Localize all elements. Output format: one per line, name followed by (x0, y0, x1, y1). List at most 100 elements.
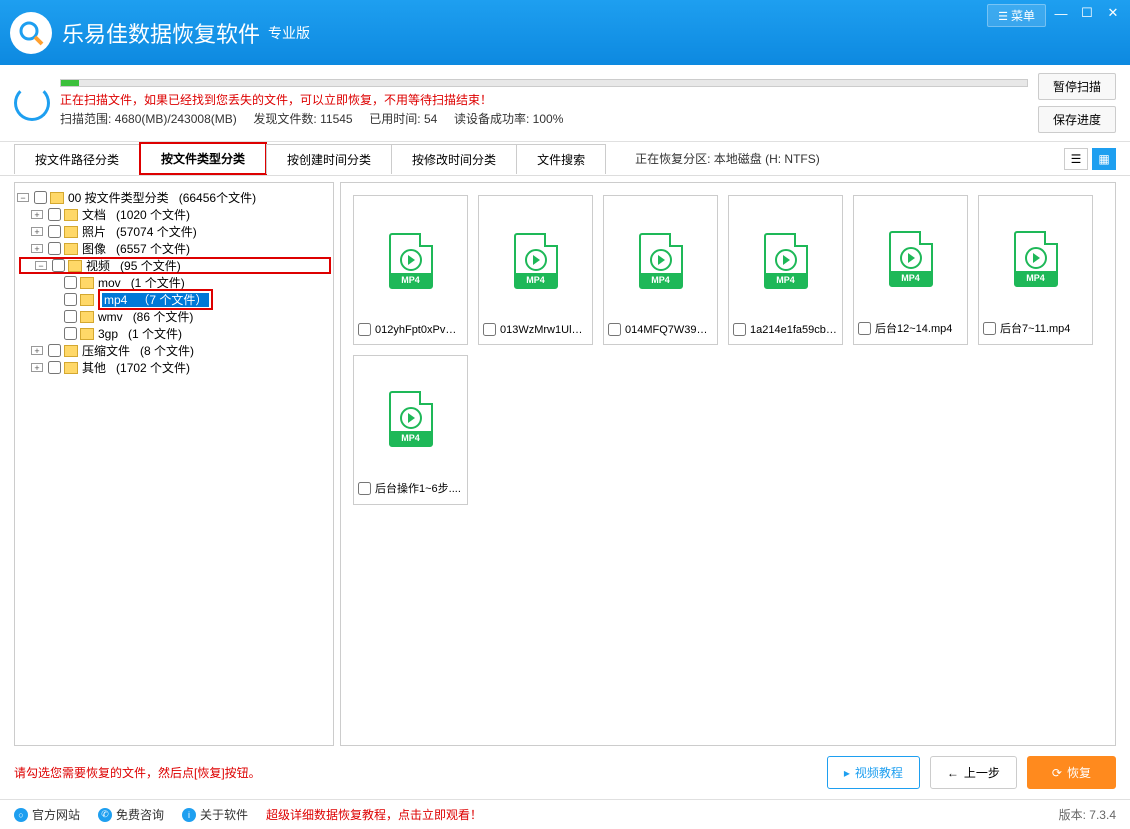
folder-icon (64, 209, 78, 221)
elapsed-value: 54 (424, 112, 437, 126)
tree-node-video[interactable]: − 视频 (95 个文件) (19, 257, 331, 274)
scan-progress-bar (60, 79, 1028, 87)
file-name: 013WzMrw1Uly1K... (500, 324, 588, 336)
link-label: 关于软件 (200, 806, 248, 823)
tab-by-path[interactable]: 按文件路径分类 (14, 144, 140, 174)
file-checkbox[interactable] (983, 322, 996, 335)
save-progress-button[interactable]: 保存进度 (1038, 106, 1116, 133)
chat-icon: ✆ (98, 808, 112, 822)
file-thumbnail: MP4 (639, 204, 683, 317)
file-thumbnail: MP4 (764, 204, 808, 317)
expand-icon[interactable]: + (31, 210, 43, 219)
pause-scan-button[interactable]: 暂停扫描 (1038, 73, 1116, 100)
tree-node-mp4[interactable]: mp4 （7 个文件） (17, 291, 331, 308)
footer: ○官方网站 ✆免费咨询 i关于软件 超级详细数据恢复教程，点击立即观看！ 版本:… (0, 799, 1130, 829)
tabs-row: 按文件路径分类 按文件类型分类 按创建时间分类 按修改时间分类 文件搜索 正在恢… (0, 142, 1130, 176)
expand-icon[interactable]: + (31, 227, 43, 236)
partition-info: 正在恢复分区: 本地磁盘 (H: NTFS) (635, 150, 820, 167)
arrow-left-icon: ← (947, 766, 959, 780)
bottom-bar: 请勾选您需要恢复的文件，然后点[恢复]按钮。 ▸视频教程 ←上一步 ⟳恢复 (0, 746, 1130, 799)
read-success-label: 读设备成功率: (454, 112, 529, 126)
tree-label: mp4 （7 个文件） (98, 289, 213, 310)
tree-node-other[interactable]: + 其他 (1702 个文件) (17, 359, 331, 376)
collapse-icon[interactable]: − (17, 193, 29, 202)
tree-checkbox[interactable] (64, 327, 77, 340)
tree-label: 视频 (95 个文件) (86, 257, 181, 274)
minimize-button[interactable]: — (1050, 4, 1072, 22)
menu-button[interactable]: ☰ 菜单 (987, 4, 1046, 27)
view-list-button[interactable]: ☰ (1064, 148, 1088, 170)
file-tree: − 00 按文件类型分类 (66456个文件) + 文档 (1020 个文件) … (14, 182, 334, 746)
partition-label: 正在恢复分区: (635, 152, 710, 166)
file-checkbox[interactable] (358, 482, 371, 495)
refresh-icon: ⟳ (1052, 766, 1062, 780)
tree-checkbox[interactable] (48, 225, 61, 238)
file-item[interactable]: MP4 014MFQ7W39yZX... (603, 195, 718, 345)
file-item[interactable]: MP4 后台7~11.mp4 (978, 195, 1093, 345)
tree-label: 图像 (6557 个文件) (82, 240, 190, 257)
tree-checkbox[interactable] (48, 361, 61, 374)
mp4-file-icon: MP4 (1014, 231, 1058, 287)
file-item[interactable]: MP4 012yhFpt0xPvGk... (353, 195, 468, 345)
folder-icon (80, 294, 94, 306)
folder-icon (64, 226, 78, 238)
tree-checkbox[interactable] (64, 293, 77, 306)
tree-checkbox[interactable] (48, 242, 61, 255)
video-tutorial-button[interactable]: ▸视频教程 (827, 756, 920, 789)
tab-search[interactable]: 文件搜索 (516, 144, 606, 174)
view-grid-button[interactable]: ▦ (1092, 148, 1116, 170)
file-checkbox[interactable] (483, 323, 496, 336)
official-site-link[interactable]: ○官方网站 (14, 806, 80, 823)
maximize-button[interactable]: ☐ (1076, 4, 1098, 22)
titlebar: 乐易佳数据恢复软件 专业版 ☰ 菜单 — ☐ ✕ (0, 0, 1130, 65)
tree-node-3gp[interactable]: 3gp (1 个文件) (17, 325, 331, 342)
expand-icon[interactable]: + (31, 346, 43, 355)
tree-node-photo[interactable]: + 照片 (57074 个文件) (17, 223, 331, 240)
play-icon: ▸ (844, 766, 850, 780)
promo-link[interactable]: 超级详细数据恢复教程，点击立即观看！ (266, 806, 482, 823)
mp4-file-icon: MP4 (514, 233, 558, 289)
expand-icon[interactable]: + (31, 363, 43, 372)
tab-by-created[interactable]: 按创建时间分类 (266, 144, 392, 174)
expand-icon[interactable]: + (31, 244, 43, 253)
folder-icon (64, 362, 78, 374)
tree-checkbox[interactable] (48, 208, 61, 221)
file-item[interactable]: MP4 013WzMrw1Uly1K... (478, 195, 593, 345)
previous-button[interactable]: ← 上一步 (930, 756, 1017, 789)
tree-root[interactable]: − 00 按文件类型分类 (66456个文件) (17, 189, 331, 206)
file-checkbox[interactable] (733, 323, 746, 336)
previous-label: 上一步 (964, 764, 1000, 781)
tree-checkbox[interactable] (52, 259, 65, 272)
file-name: 012yhFpt0xPvGk... (375, 324, 463, 336)
mp4-file-icon: MP4 (639, 233, 683, 289)
partition-value: 本地磁盘 (H: NTFS) (714, 152, 820, 166)
file-item[interactable]: MP4 后台操作1~6步.... (353, 355, 468, 505)
file-item[interactable]: MP4 1a214e1fa59cb9... (728, 195, 843, 345)
file-checkbox[interactable] (358, 323, 371, 336)
scanning-message: 正在扫描文件，如果已经找到您丢失的文件，可以立即恢复，不用等待扫描结束！ (60, 91, 1028, 108)
tab-by-type[interactable]: 按文件类型分类 (139, 142, 267, 175)
tab-by-modified[interactable]: 按修改时间分类 (391, 144, 517, 174)
file-checkbox[interactable] (858, 322, 871, 335)
about-link[interactable]: i关于软件 (182, 806, 248, 823)
tree-label: 00 按文件类型分类 (66456个文件) (68, 189, 256, 206)
tree-node-image[interactable]: + 图像 (6557 个文件) (17, 240, 331, 257)
mp4-file-icon: MP4 (889, 231, 933, 287)
tree-node-archive[interactable]: + 压缩文件 (8 个文件) (17, 342, 331, 359)
tree-label: 其他 (1702 个文件) (82, 359, 190, 376)
collapse-icon[interactable]: − (35, 261, 47, 270)
tree-checkbox[interactable] (64, 276, 77, 289)
tree-node-wmv[interactable]: wmv (86 个文件) (17, 308, 331, 325)
tree-node-doc[interactable]: + 文档 (1020 个文件) (17, 206, 331, 223)
file-name: 后台7~11.mp4 (1000, 320, 1088, 336)
tree-checkbox[interactable] (64, 310, 77, 323)
file-checkbox[interactable] (608, 323, 621, 336)
recover-button[interactable]: ⟳恢复 (1027, 756, 1116, 789)
file-item[interactable]: MP4 后台12~14.mp4 (853, 195, 968, 345)
tree-checkbox[interactable] (34, 191, 47, 204)
tree-checkbox[interactable] (48, 344, 61, 357)
folder-icon (68, 260, 82, 272)
found-files-value: 11545 (320, 112, 352, 126)
free-consult-link[interactable]: ✆免费咨询 (98, 806, 164, 823)
close-button[interactable]: ✕ (1102, 4, 1124, 22)
